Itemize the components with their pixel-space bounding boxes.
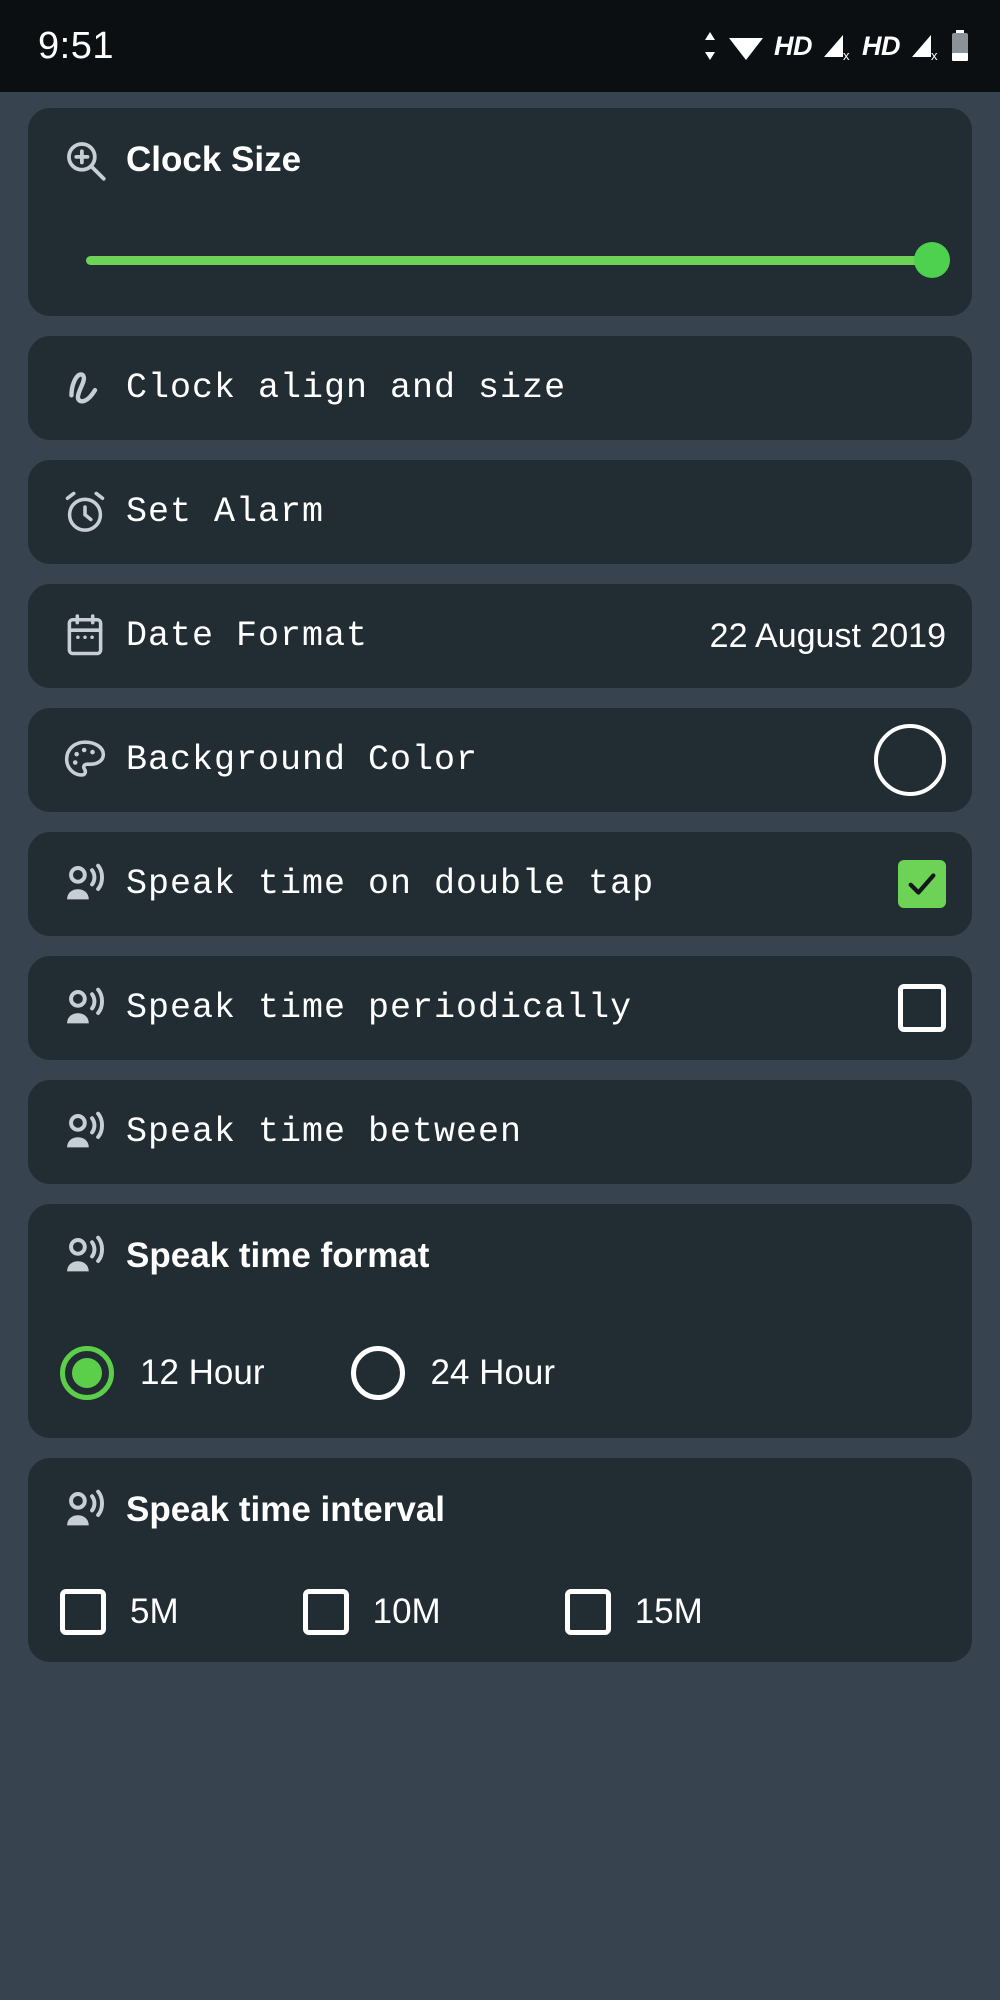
slider-track[interactable] (86, 242, 950, 278)
speak-interval-options: 5M 10M 15M (28, 1562, 972, 1662)
set-alarm-label: Set Alarm (126, 492, 325, 532)
interval-label-5m: 5M (130, 1592, 179, 1631)
record-voice-over-icon (60, 983, 116, 1033)
svg-text:x: x (931, 48, 938, 61)
status-bar-clock: 9:51 (38, 24, 114, 67)
speak-double-tap-row[interactable]: Speak time on double tap (28, 832, 972, 936)
speak-between-label: Speak time between (126, 1112, 523, 1152)
record-voice-over-icon (60, 1107, 116, 1157)
interval-label-10m: 10M (372, 1592, 441, 1631)
clock-align-row[interactable]: Clock align and size (28, 336, 972, 440)
background-color-swatch[interactable] (874, 724, 946, 796)
background-color-card[interactable]: Background Color (28, 708, 972, 812)
interval-checkbox-10m[interactable] (302, 1589, 349, 1635)
speak-periodically-card[interactable]: Speak time periodically (28, 956, 972, 1060)
interval-checkbox-15m[interactable] (564, 1589, 611, 1635)
alarm-clock-icon (60, 487, 116, 537)
speak-between-row[interactable]: Speak time between (28, 1080, 972, 1184)
speak-interval-header: Speak time interval (28, 1458, 972, 1562)
date-format-label: Date Format (126, 616, 369, 656)
radio-option-24-hour[interactable]: 24 Hour (350, 1346, 556, 1400)
clock-size-header: Clock Size (28, 108, 972, 212)
calendar-icon (60, 611, 116, 661)
date-format-value: 22 August 2019 (709, 616, 946, 655)
slider-thumb[interactable] (914, 242, 950, 278)
battery-icon (950, 30, 970, 62)
data-transfer-icon (702, 31, 718, 61)
clock-size-label: Clock Size (126, 140, 302, 179)
clock-align-label: Clock align and size (126, 368, 567, 408)
hd-voice-badge-2: HD (862, 30, 901, 61)
date-format-row[interactable]: Date Format 22 August 2019 (28, 584, 972, 688)
gesture-icon (60, 363, 116, 413)
speak-double-tap-checkbox[interactable] (898, 860, 946, 908)
hd-voice-badge-1: HD (774, 30, 813, 61)
record-voice-over-icon (60, 859, 116, 909)
record-voice-over-icon (60, 1231, 116, 1281)
signal-no-service-icon-1: x (821, 31, 853, 61)
speak-double-tap-card[interactable]: Speak time on double tap (28, 832, 972, 936)
phone-screen: 9:51 HD x HD x Clock Size Clock align an… (0, 0, 1000, 2000)
date-format-card[interactable]: Date Format 22 August 2019 (28, 584, 972, 688)
background-color-row[interactable]: Background Color (28, 708, 972, 812)
radio-12-hour-label: 12 Hour (140, 1353, 265, 1392)
status-bar-icons: HD x HD x (702, 30, 970, 62)
status-bar: 9:51 HD x HD x (0, 0, 1000, 92)
clock-size-slider[interactable] (28, 212, 972, 308)
speak-double-tap-label: Speak time on double tap (126, 864, 655, 904)
radio-24-hour-label: 24 Hour (430, 1353, 556, 1392)
record-voice-over-icon (60, 1485, 116, 1535)
radio-12-hour[interactable] (60, 1346, 114, 1400)
interval-option-15m[interactable]: 15M (564, 1589, 703, 1635)
settings-list[interactable]: Clock Size Clock align and size Set Alar… (0, 92, 1000, 2000)
speak-periodically-label: Speak time periodically (126, 988, 633, 1028)
clock-align-card[interactable]: Clock align and size (28, 336, 972, 440)
wifi-icon (727, 31, 765, 61)
speak-format-options: 12 Hour 24 Hour (28, 1308, 972, 1438)
radio-24-hour[interactable] (350, 1346, 405, 1400)
radio-option-12-hour[interactable]: 12 Hour (60, 1346, 265, 1400)
set-alarm-row[interactable]: Set Alarm (28, 460, 972, 564)
set-alarm-card[interactable]: Set Alarm (28, 460, 972, 564)
zoom-in-icon (60, 135, 116, 185)
background-color-label: Background Color (126, 740, 479, 780)
speak-format-header: Speak time format (28, 1204, 972, 1308)
speak-periodically-row[interactable]: Speak time periodically (28, 956, 972, 1060)
interval-option-10m[interactable]: 10M (302, 1589, 441, 1635)
interval-label-15m: 15M (634, 1592, 703, 1631)
speak-format-label: Speak time format (126, 1236, 430, 1275)
speak-periodically-checkbox[interactable] (898, 984, 946, 1032)
speak-between-card[interactable]: Speak time between (28, 1080, 972, 1184)
signal-no-service-icon-2: x (909, 31, 941, 61)
interval-checkbox-5m[interactable] (60, 1589, 106, 1635)
speak-interval-label: Speak time interval (126, 1490, 446, 1529)
svg-text:x: x (843, 48, 850, 61)
clock-size-card: Clock Size (28, 108, 972, 316)
speak-interval-card: Speak time interval 5M 10M 15M (28, 1458, 972, 1662)
interval-option-5m[interactable]: 5M (60, 1589, 179, 1635)
palette-icon (60, 735, 116, 785)
speak-format-card: Speak time format 12 Hour 24 Hour (28, 1204, 972, 1438)
